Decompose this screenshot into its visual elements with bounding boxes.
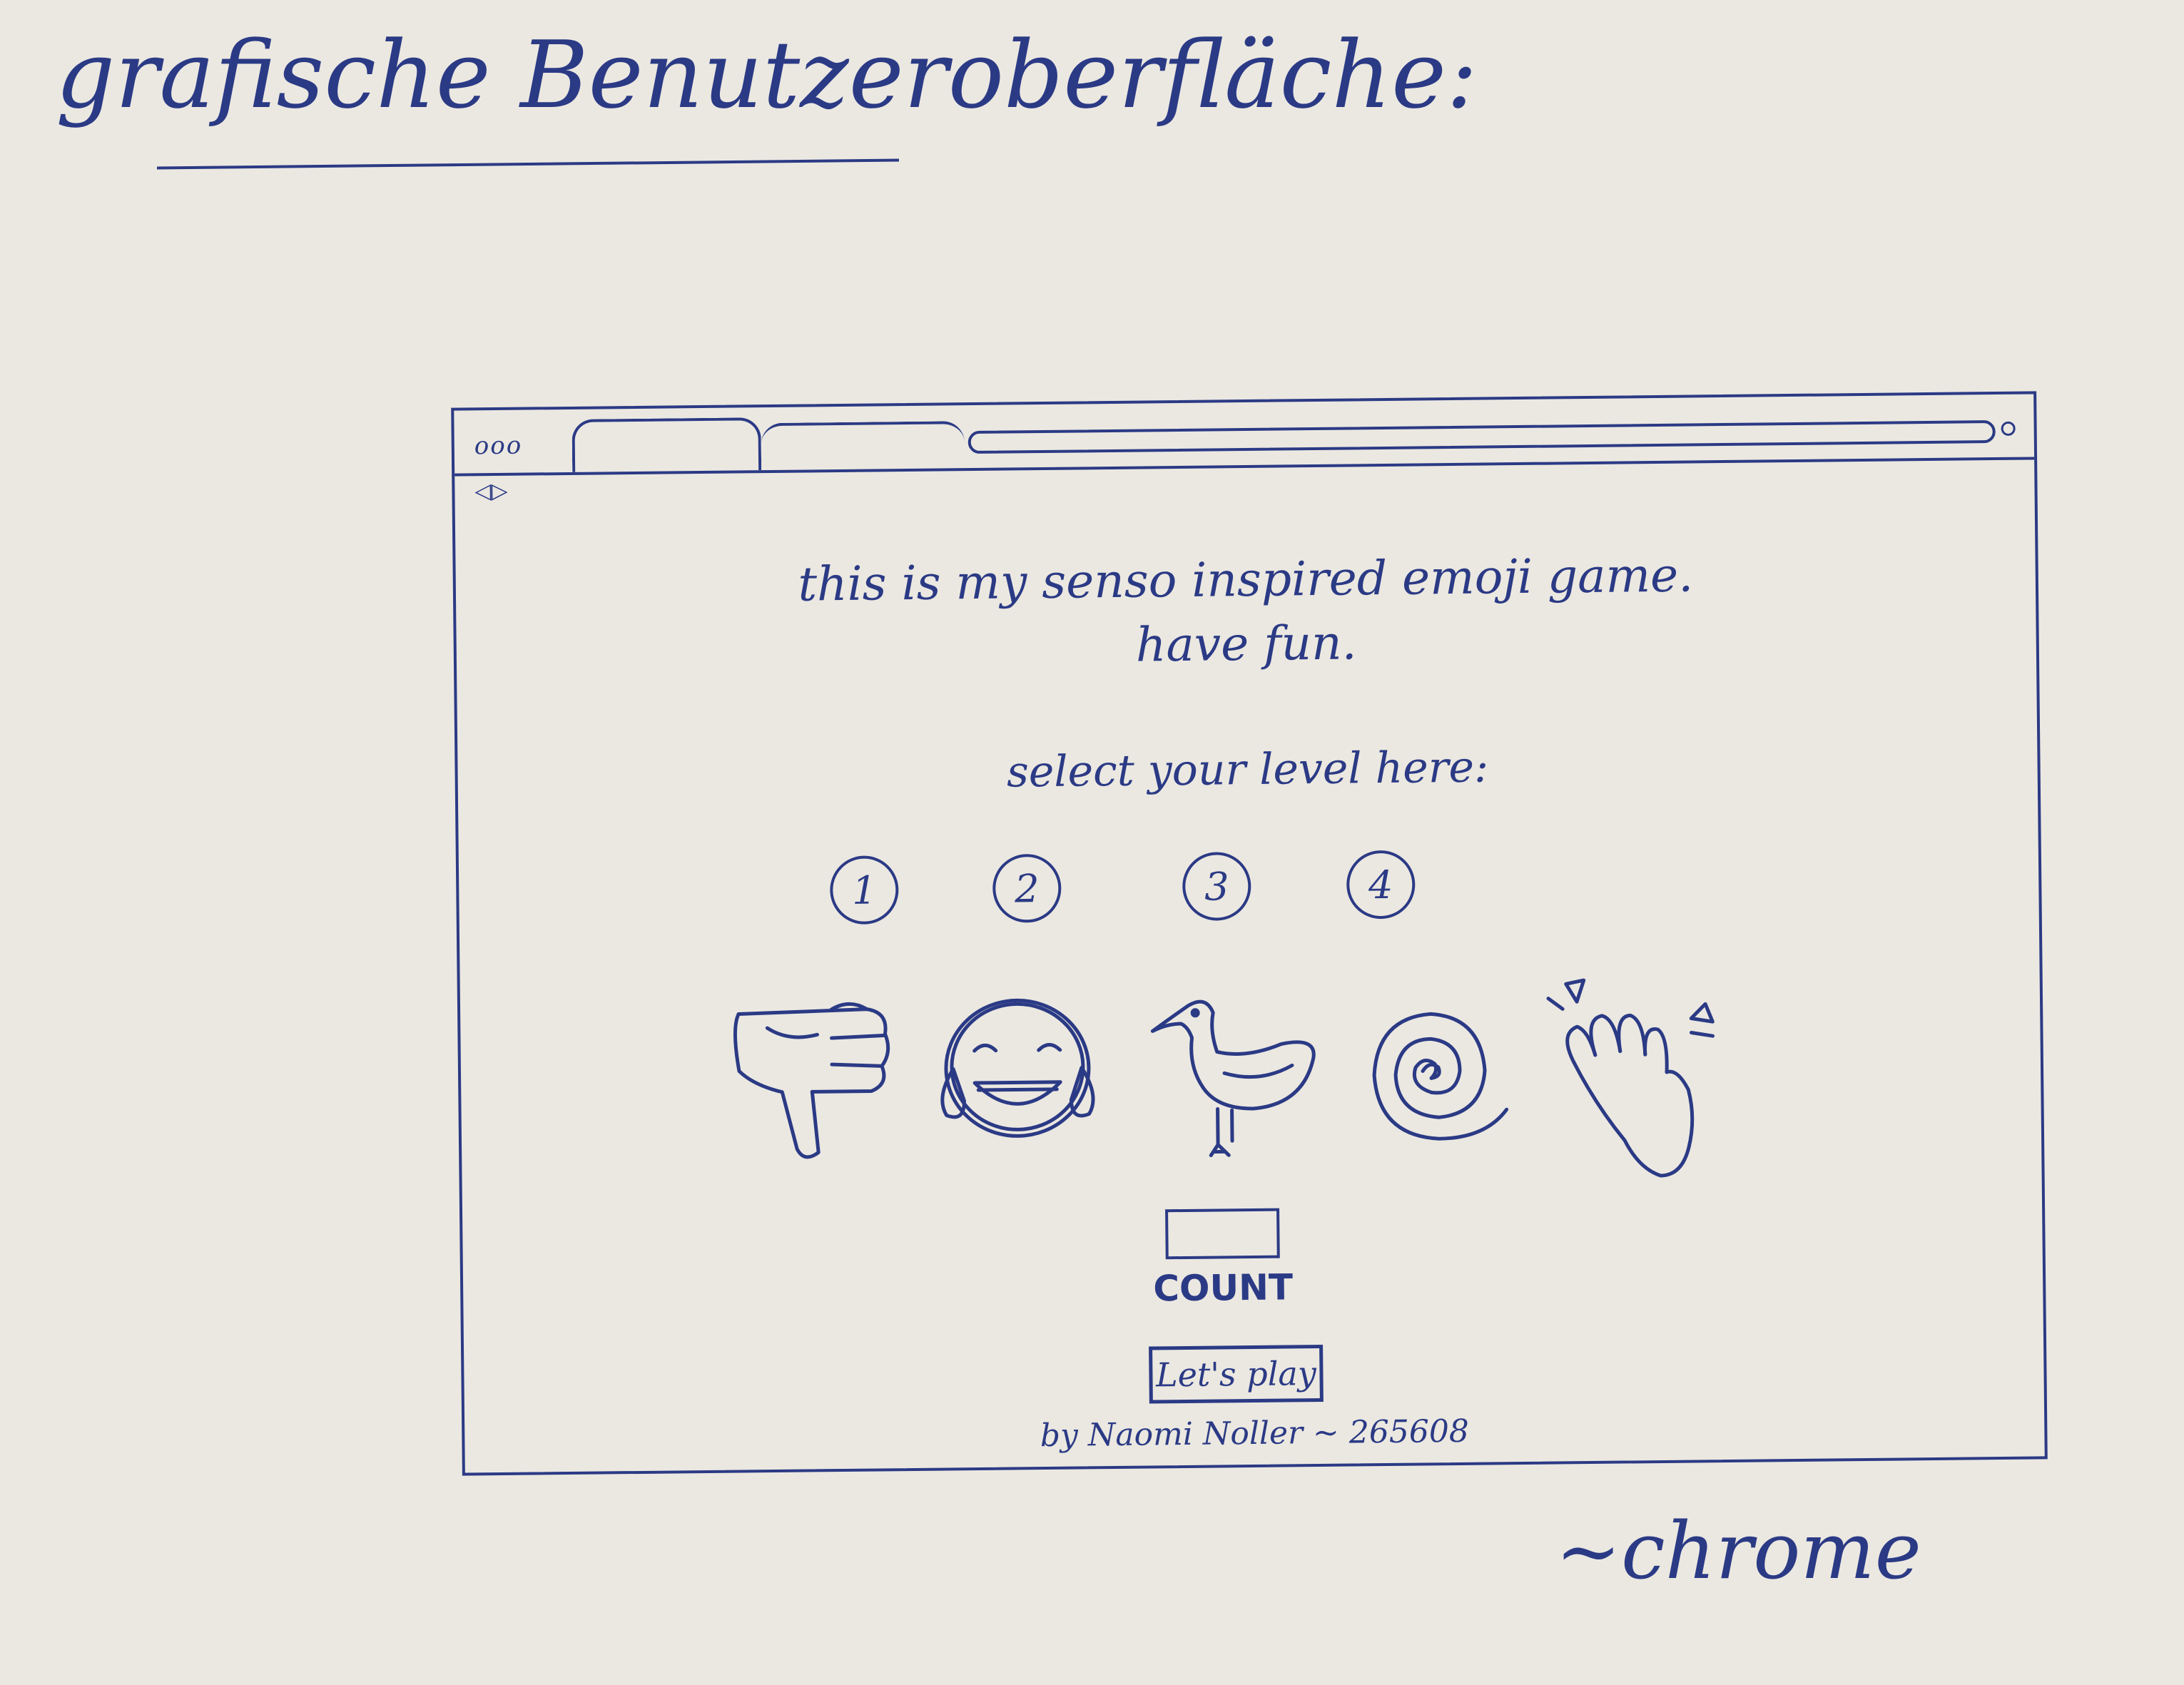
tears-of-joy-icon[interactable]	[931, 982, 1119, 1198]
intro-subtext: have fun.	[1135, 615, 1357, 673]
sketch-heading: grafische Benutzeroberfläche:	[56, 21, 1478, 129]
level-2-button[interactable]: 2	[992, 853, 1062, 923]
heading-underline	[157, 158, 899, 170]
spiral-icon[interactable]	[1338, 977, 1525, 1193]
level-4-button[interactable]: 4	[1346, 850, 1416, 920]
level-1-button[interactable]: 1	[829, 855, 899, 925]
browser-note: ~chrome	[1555, 1505, 1921, 1597]
level-selector: 1 2 3 4	[829, 849, 1544, 935]
intro-text: this is my senso inspired emoji game.	[798, 547, 1694, 612]
lets-play-button[interactable]: Let's play	[1149, 1344, 1324, 1404]
browser-tab[interactable]	[761, 421, 965, 474]
waving-hand-icon[interactable]	[1545, 975, 1732, 1191]
level-3-button[interactable]: 3	[1182, 851, 1251, 921]
count-label: COUNT	[1153, 1266, 1294, 1310]
level-prompt: select your level here:	[1006, 742, 1489, 798]
duck-icon[interactable]	[1138, 979, 1326, 1196]
footer-credit: by Naomi Noller ~ 265608	[1040, 1412, 1470, 1455]
address-bar[interactable]	[967, 420, 1996, 454]
count-display	[1165, 1208, 1280, 1260]
browser-tab-active[interactable]	[572, 417, 762, 472]
window-controls[interactable]: ooo	[474, 432, 523, 461]
browser-window: ooo ◁▷ this is my senso inspired emoji g…	[451, 391, 2048, 1476]
thumbs-down-icon[interactable]	[724, 984, 912, 1200]
menu-icon[interactable]	[2001, 421, 2016, 436]
back-forward-buttons[interactable]: ◁▷	[474, 479, 508, 504]
emoji-row	[724, 974, 1782, 1213]
